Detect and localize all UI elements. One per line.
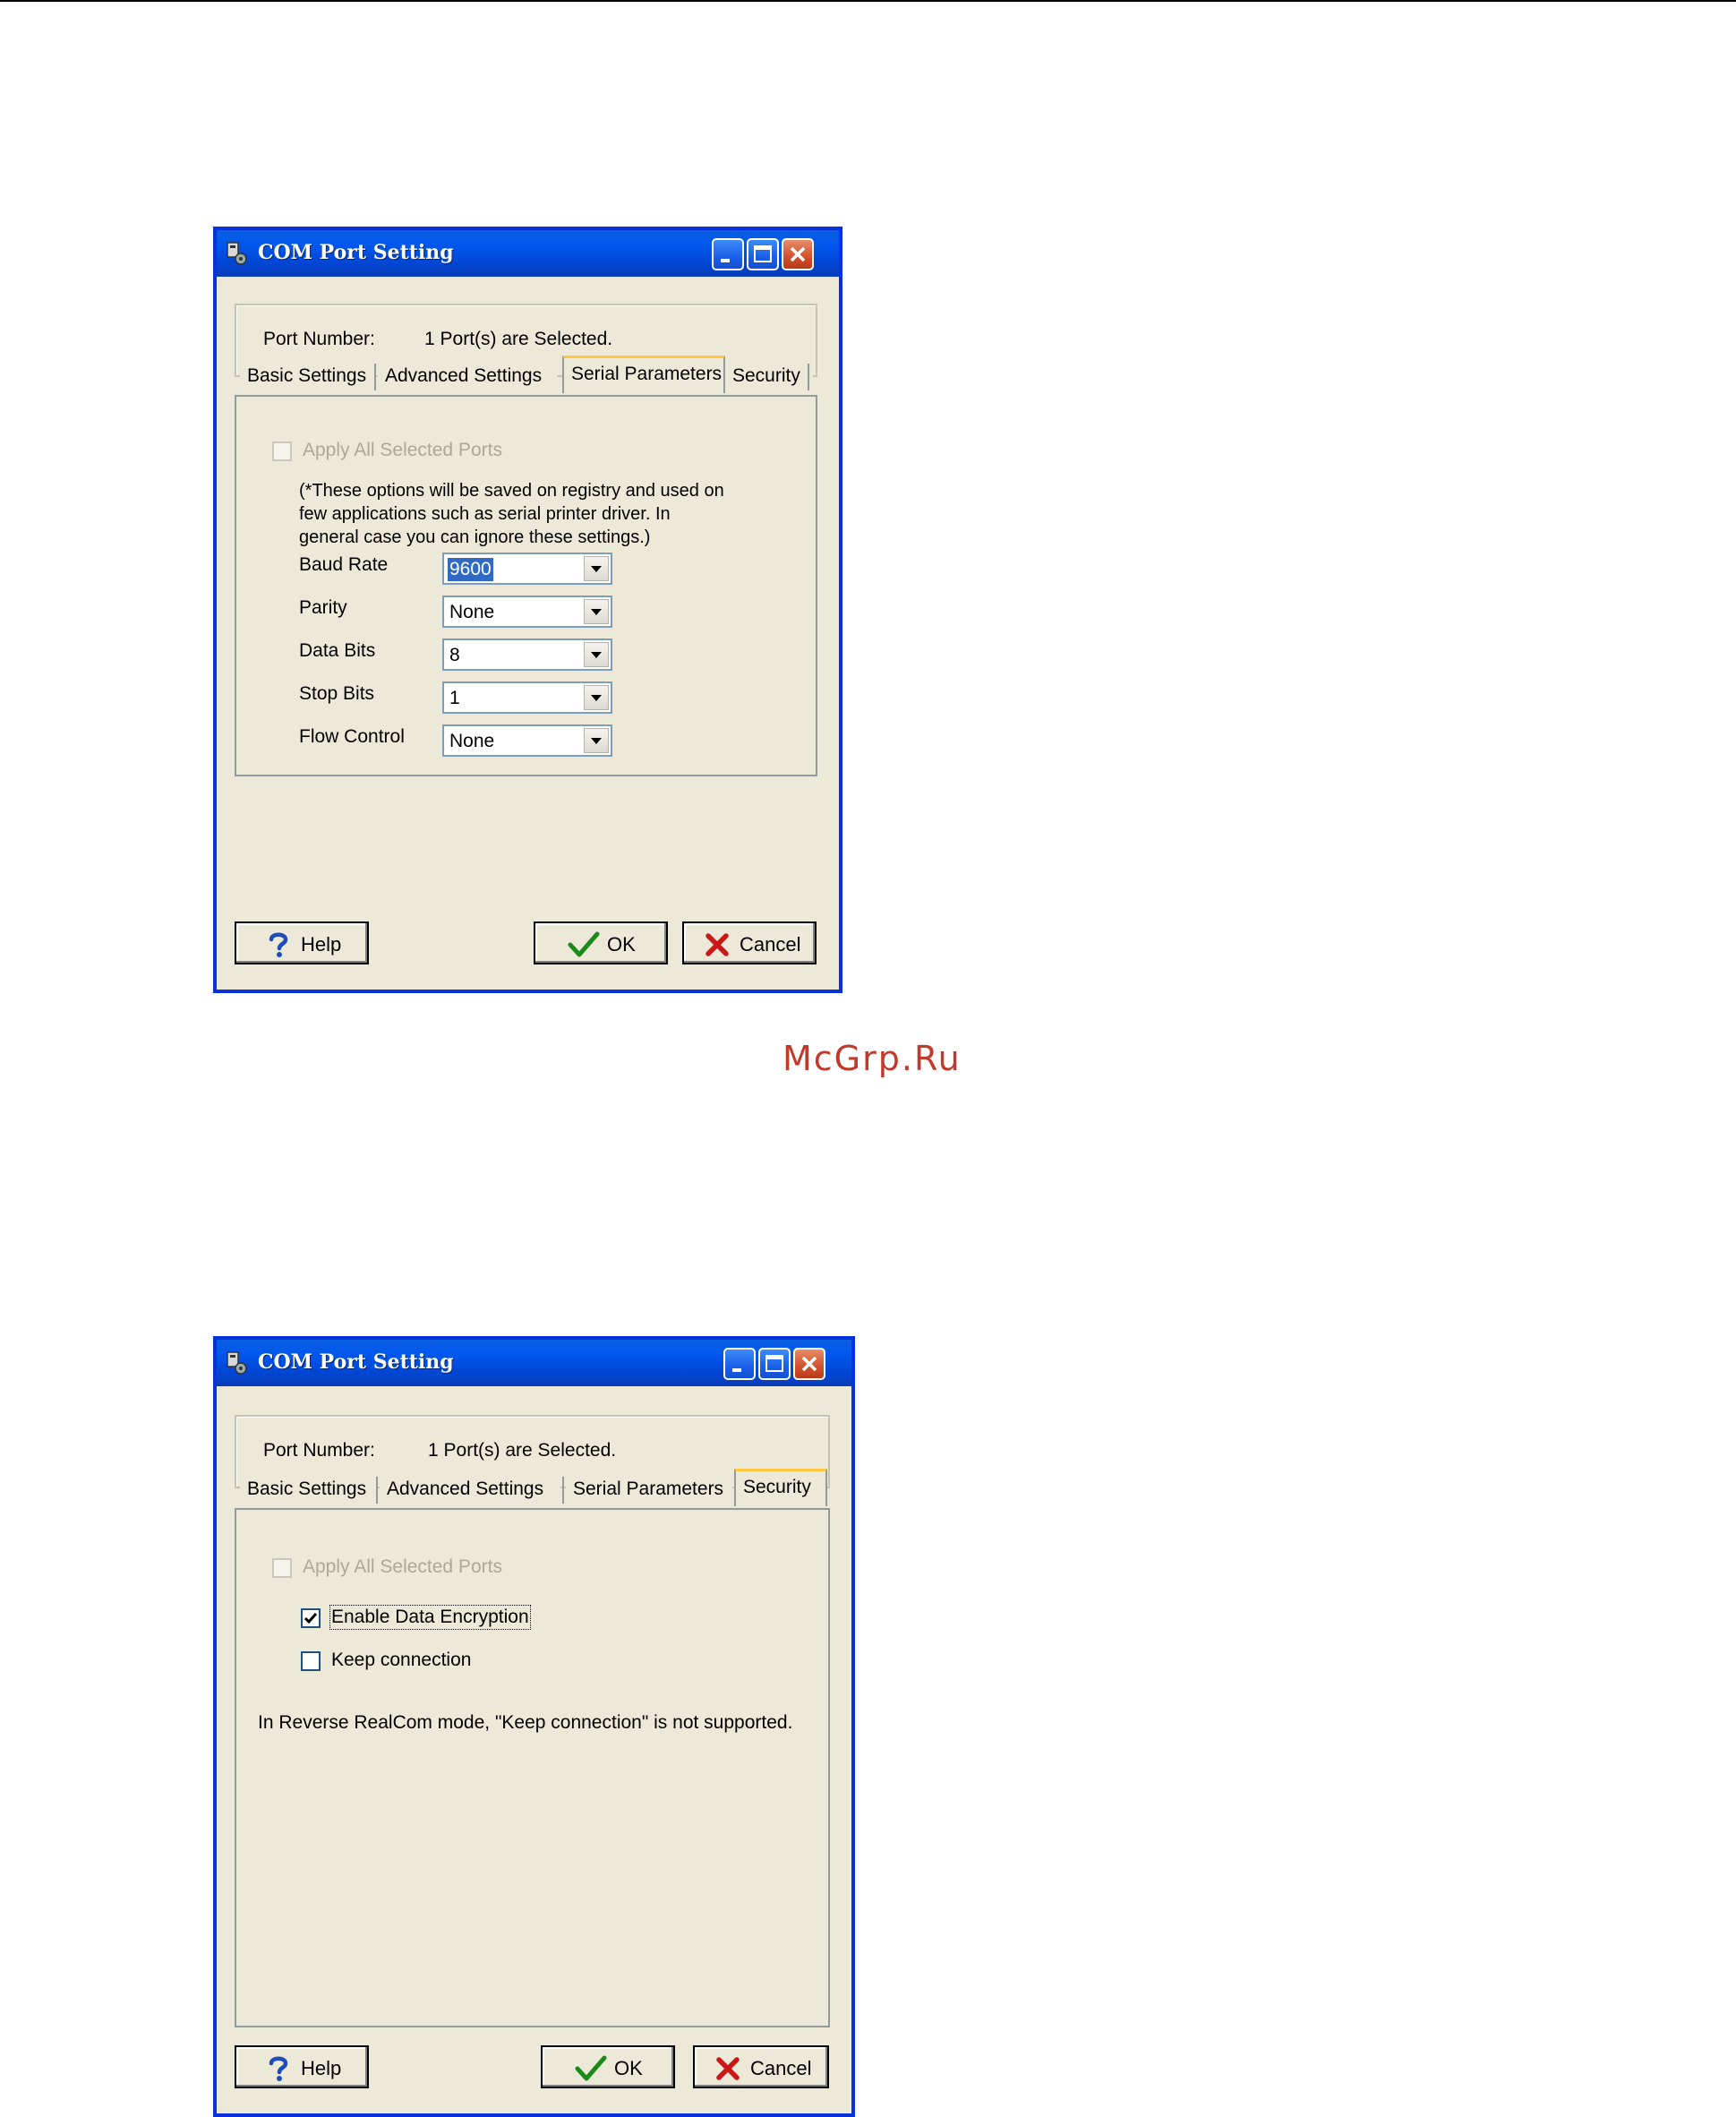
com-port-setting-dialog-serial: COM Port Setting Port Number: 1 Port(s) … bbox=[213, 227, 842, 993]
checkmark-icon bbox=[568, 931, 600, 957]
maximize-icon bbox=[754, 245, 772, 262]
tab-separator bbox=[808, 364, 809, 390]
parity-value: None bbox=[449, 602, 495, 622]
help-label: Help bbox=[301, 933, 342, 956]
apply-all-selected-ports-label: Apply All Selected Ports bbox=[303, 440, 502, 460]
tab-panel: Basic Settings Advanced Settings Serial … bbox=[235, 356, 817, 776]
port-number-value: 1 Port(s) are Selected. bbox=[424, 329, 613, 349]
window-title: COM Port Setting bbox=[258, 241, 454, 264]
close-icon bbox=[790, 246, 806, 262]
tab-basic-settings[interactable]: Basic Settings bbox=[240, 361, 374, 393]
tab-panel: Basic Settings Advanced Settings Serial … bbox=[235, 1469, 830, 2027]
chevron-down-icon bbox=[591, 738, 602, 744]
help-button[interactable]: Help bbox=[235, 2045, 369, 2088]
close-button[interactable] bbox=[782, 238, 814, 270]
title-bar[interactable]: COM Port Setting bbox=[217, 1340, 851, 1386]
baud-rate-select[interactable]: 9600 bbox=[442, 553, 612, 585]
keep-connection-label[interactable]: Keep connection bbox=[331, 1650, 471, 1671]
baud-rate-value: 9600 bbox=[448, 558, 493, 581]
ok-label: OK bbox=[614, 2057, 643, 2079]
flow-control-label: Flow Control bbox=[299, 726, 405, 747]
tab-serial-parameters[interactable]: Serial Parameters bbox=[566, 1474, 732, 1506]
tab-basic-settings[interactable]: Basic Settings bbox=[240, 1474, 376, 1506]
close-icon bbox=[801, 1356, 817, 1372]
parity-label: Parity bbox=[299, 597, 347, 618]
app-icon bbox=[227, 242, 247, 265]
maximize-icon bbox=[765, 1355, 783, 1372]
parity-dropdown-button[interactable] bbox=[584, 599, 609, 624]
port-number-label: Port Number: bbox=[263, 329, 375, 349]
tab-security[interactable]: Security bbox=[734, 1469, 827, 1506]
app-icon bbox=[227, 1351, 247, 1375]
stop-bits-label: Stop Bits bbox=[299, 683, 375, 704]
checkmark-icon bbox=[304, 1613, 318, 1624]
ok-button[interactable]: OK bbox=[534, 921, 668, 964]
enable-data-encryption-label[interactable]: Enable Data Encryption bbox=[329, 1605, 531, 1630]
ok-label: OK bbox=[607, 933, 636, 956]
minimize-button[interactable] bbox=[723, 1348, 756, 1380]
window-title: COM Port Setting bbox=[258, 1350, 454, 1374]
flow-control-select[interactable]: None bbox=[442, 724, 612, 757]
com-port-setting-dialog-security: COM Port Setting Port Number: 1 Port(s) … bbox=[213, 1336, 855, 2117]
apply-all-selected-ports-checkbox[interactable] bbox=[272, 1558, 292, 1578]
cancel-label: Cancel bbox=[750, 2057, 812, 2079]
help-button[interactable]: Help bbox=[235, 921, 369, 964]
chevron-down-icon bbox=[591, 652, 602, 658]
tab-separator bbox=[376, 1477, 378, 1504]
data-bits-dropdown-button[interactable] bbox=[584, 642, 609, 667]
chevron-down-icon bbox=[591, 609, 602, 615]
checkmark-icon bbox=[575, 2055, 607, 2081]
tab-separator bbox=[374, 364, 376, 390]
flow-control-value: None bbox=[449, 731, 495, 751]
parity-select[interactable]: None bbox=[442, 596, 612, 628]
chevron-down-icon bbox=[591, 566, 602, 572]
tab-security[interactable]: Security bbox=[725, 361, 813, 393]
baud-rate-label: Baud Rate bbox=[299, 554, 389, 575]
tab-advanced-settings[interactable]: Advanced Settings bbox=[378, 361, 557, 393]
data-bits-value: 8 bbox=[449, 645, 460, 665]
help-icon bbox=[269, 932, 288, 957]
enable-data-encryption-checkbox[interactable] bbox=[301, 1608, 321, 1628]
port-number-value: 1 Port(s) are Selected. bbox=[428, 1440, 617, 1461]
apply-all-selected-ports-checkbox[interactable] bbox=[272, 441, 292, 461]
stop-bits-dropdown-button[interactable] bbox=[584, 685, 609, 710]
cancel-label: Cancel bbox=[740, 933, 801, 956]
minimize-icon bbox=[732, 1368, 741, 1372]
help-icon bbox=[269, 2056, 288, 2081]
minimize-button[interactable] bbox=[712, 238, 744, 270]
stop-bits-select[interactable]: 1 bbox=[442, 681, 612, 714]
watermark: McGrp.Ru bbox=[782, 1039, 962, 1078]
stop-bits-value: 1 bbox=[449, 688, 460, 708]
tab-separator bbox=[562, 1477, 564, 1504]
baud-rate-dropdown-button[interactable] bbox=[584, 556, 609, 581]
chevron-down-icon bbox=[591, 695, 602, 701]
ok-button[interactable]: OK bbox=[541, 2045, 675, 2088]
tab-advanced-settings[interactable]: Advanced Settings bbox=[380, 1474, 560, 1506]
cancel-x-icon bbox=[716, 2057, 740, 2080]
tab-serial-parameters[interactable]: Serial Parameters bbox=[562, 356, 725, 393]
cancel-button[interactable]: Cancel bbox=[693, 2045, 829, 2088]
help-label: Help bbox=[301, 2057, 342, 2079]
data-bits-label: Data Bits bbox=[299, 640, 376, 661]
cancel-x-icon bbox=[706, 933, 729, 956]
maximize-button[interactable] bbox=[747, 238, 779, 270]
flow-control-dropdown-button[interactable] bbox=[584, 728, 609, 753]
data-bits-select[interactable]: 8 bbox=[442, 639, 612, 671]
close-button[interactable] bbox=[793, 1348, 825, 1380]
port-number-label: Port Number: bbox=[263, 1440, 375, 1461]
registry-note: (*These options will be saved on registr… bbox=[299, 481, 724, 547]
reverse-realcom-note: In Reverse RealCom mode, "Keep connectio… bbox=[258, 1712, 793, 1733]
page-top-rule bbox=[0, 0, 1736, 2]
minimize-icon bbox=[721, 259, 730, 262]
maximize-button[interactable] bbox=[758, 1348, 791, 1380]
title-bar[interactable]: COM Port Setting bbox=[217, 230, 839, 277]
keep-connection-checkbox[interactable] bbox=[301, 1651, 321, 1671]
cancel-button[interactable]: Cancel bbox=[682, 921, 817, 964]
apply-all-selected-ports-label: Apply All Selected Ports bbox=[303, 1556, 502, 1577]
